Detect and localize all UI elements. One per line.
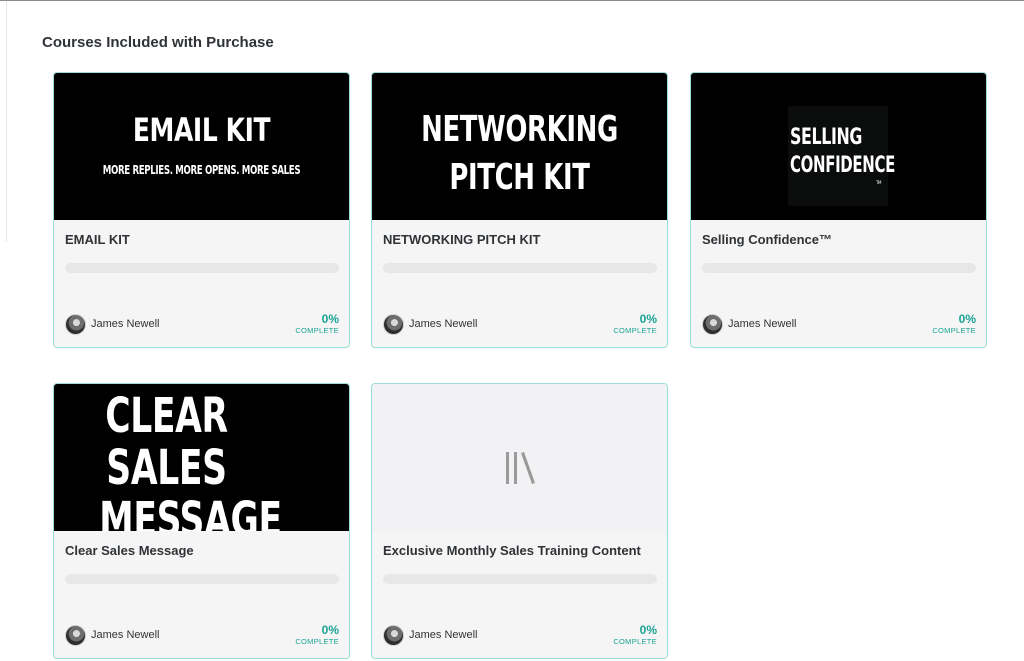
course-thumbnail[interactable]: CLEAR SALES MESSAGE — [54, 384, 349, 531]
thumbnail-heading: SELLING — [790, 125, 863, 150]
progress-bar — [383, 263, 657, 273]
course-card-networking-pitch-kit[interactable]: NETWORKING PITCH KIT NETWORKING PITCH KI… — [371, 72, 668, 348]
completion-status: 0% COMPLETE — [613, 312, 657, 336]
course-title[interactable]: EMAIL KIT — [65, 232, 130, 247]
avatar — [65, 313, 86, 335]
thumbnail-heading-line3: MESSAGE — [99, 492, 282, 531]
avatar — [65, 624, 86, 646]
course-card-exclusive-monthly[interactable]: Exclusive Monthly Sales Training Content… — [371, 383, 668, 659]
author: James Newell — [383, 313, 477, 335]
completion-label: COMPLETE — [613, 326, 657, 335]
thumbnail-heading: NETWORKING — [421, 109, 618, 150]
avatar — [383, 624, 404, 646]
completion-status: 0% COMPLETE — [295, 623, 339, 647]
course-title[interactable]: Clear Sales Message — [65, 543, 194, 558]
completion-label: COMPLETE — [932, 326, 976, 335]
completion-status: 0% COMPLETE — [613, 623, 657, 647]
course-title[interactable]: NETWORKING PITCH KIT — [383, 232, 540, 247]
author-name: James Newell — [409, 629, 478, 641]
thumbnail-logo-box: SELLING CONFIDENCE TM — [788, 106, 895, 206]
course-thumbnail[interactable]: EMAIL KIT MORE REPLIES. MORE OPENS. MORE… — [54, 73, 349, 220]
section-title: Courses Included with Purchase — [42, 34, 274, 51]
course-title[interactable]: Exclusive Monthly Sales Training Content — [383, 543, 641, 558]
author: James Newell — [383, 624, 477, 646]
course-thumbnail[interactable]: NETWORKING PITCH KIT — [372, 73, 667, 220]
author-name: James Newell — [91, 629, 160, 641]
completion-percent: 0% — [639, 623, 657, 637]
course-title[interactable]: Selling Confidence™ — [702, 232, 832, 247]
thumbnail-heading: CLEAR — [105, 388, 228, 444]
completion-label: COMPLETE — [613, 637, 657, 646]
completion-percent: 0% — [321, 623, 339, 637]
author-name: James Newell — [728, 318, 797, 330]
thumbnail-heading: EMAIL KIT — [132, 111, 271, 149]
completion-label: COMPLETE — [295, 326, 339, 335]
completion-label: COMPLETE — [295, 637, 339, 646]
author: James Newell — [65, 313, 159, 335]
avatar — [702, 313, 723, 335]
author-name: James Newell — [91, 318, 160, 330]
progress-bar — [383, 574, 657, 584]
course-card-selling-confidence[interactable]: SELLING CONFIDENCE TM Selling Confidence… — [690, 72, 987, 348]
author-name: James Newell — [409, 318, 478, 330]
completion-percent: 0% — [321, 312, 339, 326]
thumbnail-tagline: MORE REPLIES. MORE OPENS. MORE SALES — [102, 163, 301, 177]
trademark-mark: TM — [876, 180, 881, 185]
course-card-email-kit[interactable]: EMAIL KIT MORE REPLIES. MORE OPENS. MORE… — [53, 72, 350, 348]
thumbnail-heading-line2: CONFIDENCE — [790, 153, 895, 178]
author: James Newell — [702, 313, 796, 335]
course-thumbnail[interactable]: SELLING CONFIDENCE TM — [691, 73, 986, 220]
progress-bar — [65, 263, 339, 273]
completion-status: 0% COMPLETE — [295, 312, 339, 336]
completion-percent: 0% — [639, 312, 657, 326]
course-thumbnail-placeholder[interactable] — [372, 384, 667, 531]
books-placeholder-icon — [506, 452, 535, 484]
completion-status: 0% COMPLETE — [932, 312, 976, 336]
completion-percent: 0% — [958, 312, 976, 326]
progress-bar — [65, 574, 339, 584]
progress-bar — [702, 263, 976, 273]
page-frame: Courses Included with Purchase EMAIL KIT… — [0, 0, 1024, 661]
thumbnail-heading-line2: PITCH KIT — [449, 157, 590, 198]
course-card-clear-sales-message[interactable]: CLEAR SALES MESSAGE Clear Sales Message … — [53, 383, 350, 659]
left-divider — [6, 2, 7, 242]
author: James Newell — [65, 624, 159, 646]
avatar — [383, 313, 404, 335]
thumbnail-heading-line2: SALES — [106, 440, 227, 496]
